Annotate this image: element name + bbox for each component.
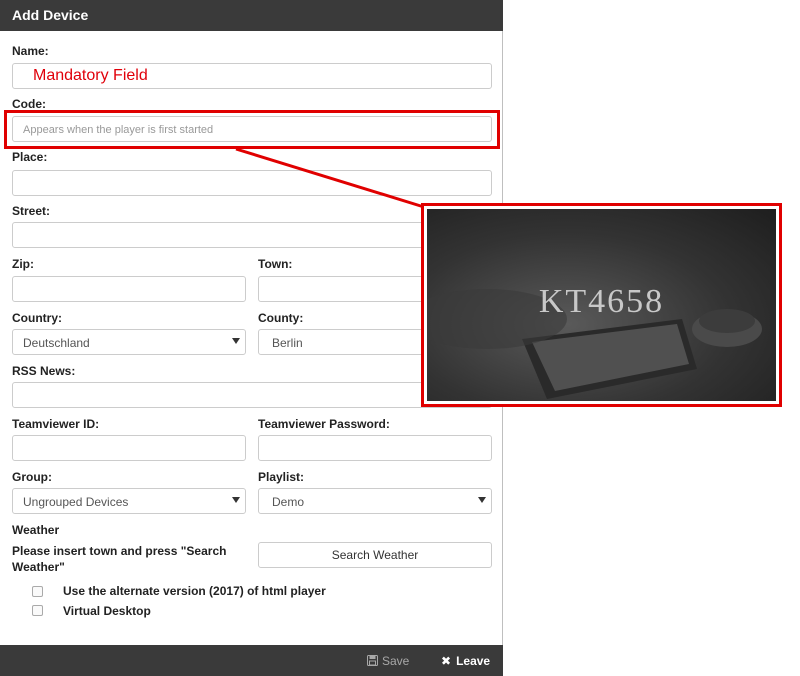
code-callout-image: KT4658 bbox=[421, 203, 782, 407]
device-code-text: KT4658 bbox=[538, 283, 665, 320]
player-screen-preview: KT4658 bbox=[427, 209, 776, 401]
